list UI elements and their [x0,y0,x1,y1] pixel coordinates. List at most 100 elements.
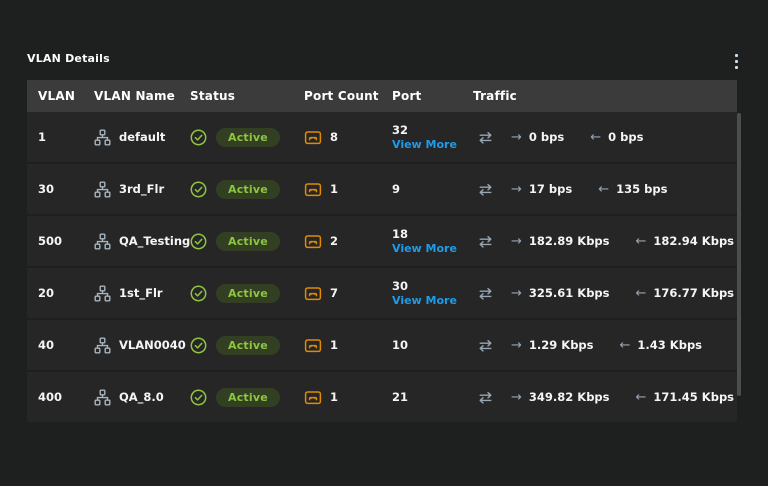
port-count-value: 1 [330,338,339,352]
traffic-cell: → 182.89 Kbps ← 182.94 Kbps [473,233,737,250]
traffic-rx-value: 171.45 Kbps [653,390,735,404]
vlan-name-cell: QA_8.0 [94,389,190,406]
status-badge: Active [216,179,280,199]
traffic-tx-value: 0 bps [528,130,565,144]
check-circle-icon [190,337,207,354]
view-more-link[interactable]: View More [392,242,457,255]
ethernet-port-icon [304,181,322,198]
exchange-arrows-icon [477,129,494,146]
vlan-name-cell: VLAN0040 [94,337,190,354]
check-circle-icon [190,389,207,406]
vlan-details-panel: VLAN Details VLAN VLAN Name Status Port … [0,0,768,486]
network-tree-icon [94,285,111,302]
arrow-left-icon: ← [635,233,647,249]
ethernet-port-icon [304,129,322,146]
port-cell: 9 [392,182,473,196]
port-value: 10 [392,338,409,352]
arrow-right-icon: → [511,389,522,405]
status-badge: Active [216,335,280,355]
check-circle-icon [190,285,207,302]
traffic-tx-value: 1.29 Kbps [528,338,594,352]
traffic-cell: → 1.29 Kbps ← 1.43 Kbps [473,337,737,354]
vlan-id-cell: 1 [27,130,94,144]
view-more-link[interactable]: View More [392,138,457,151]
port-cell: 18 View More [392,227,473,255]
vlan-id: 400 [38,390,63,404]
status-badge: Active [216,387,280,407]
arrow-left-icon: ← [590,129,602,145]
vlan-id: 1 [38,130,47,144]
check-circle-icon [190,233,207,250]
vlan-name-cell: 1st_Flr [94,285,190,302]
arrow-left-icon: ← [619,337,631,353]
network-tree-icon [94,389,111,406]
vlan-id: 40 [38,338,55,352]
port-value: 18 [392,227,409,241]
status-cell: Active [190,283,304,303]
exchange-arrows-icon [477,181,494,198]
page-title: VLAN Details [27,52,110,65]
port-count-value: 7 [330,286,339,300]
port-count-cell: 8 [304,129,392,146]
vlan-id-cell: 30 [27,182,94,196]
check-circle-icon [190,129,207,146]
table-header-row: VLAN VLAN Name Status Port Count Port Tr… [27,80,737,112]
table-row: 500 QA_Testing Active 2 18 View More → 1… [27,216,737,268]
vlan-id: 20 [38,286,55,300]
arrow-right-icon: → [511,129,522,145]
vlan-id-cell: 400 [27,390,94,404]
vlan-name-cell: 3rd_Flr [94,181,190,198]
port-count-cell: 1 [304,181,392,198]
status-badge: Active [216,127,280,147]
network-tree-icon [94,181,111,198]
vlan-name: 3rd_Flr [119,182,165,196]
traffic-rx-value: 176.77 Kbps [653,286,735,300]
traffic-rx-value: 182.94 Kbps [653,234,735,248]
vlan-name-cell: default [94,129,190,146]
network-tree-icon [94,233,111,250]
vlan-name: default [119,130,166,144]
traffic-cell: → 349.82 Kbps ← 171.45 Kbps [473,389,737,406]
port-value: 30 [392,279,409,293]
vlan-name: QA_Testing [119,234,191,248]
arrow-left-icon: ← [635,389,647,405]
exchange-arrows-icon [477,233,494,250]
vertical-scrollbar[interactable] [737,113,741,396]
view-more-link[interactable]: View More [392,294,457,307]
kebab-menu-icon[interactable] [733,52,740,71]
network-tree-icon [94,337,111,354]
port-count-value: 8 [330,130,339,144]
port-count-cell: 7 [304,285,392,302]
status-cell: Active [190,179,304,199]
port-count-cell: 1 [304,389,392,406]
table-row: 1 default Active 8 32 View More → 0 bps … [27,112,737,164]
ethernet-port-icon [304,233,322,250]
port-cell: 32 View More [392,123,473,151]
port-count-value: 1 [330,182,339,196]
vlan-name: VLAN0040 [119,338,186,352]
traffic-tx-value: 349.82 Kbps [528,390,610,404]
table-row: 20 1st_Flr Active 7 30 View More → 325.6… [27,268,737,320]
vlan-id: 30 [38,182,55,196]
column-header-vlan-name: VLAN Name [94,89,176,103]
traffic-tx-value: 17 bps [528,182,573,196]
vlan-name-cell: QA_Testing [94,233,190,250]
traffic-cell: → 325.61 Kbps ← 176.77 Kbps [473,285,737,302]
vlan-table: VLAN VLAN Name Status Port Count Port Tr… [27,80,737,424]
vlan-id-cell: 20 [27,286,94,300]
ethernet-port-icon [304,337,322,354]
traffic-rx-value: 1.43 Kbps [637,338,703,352]
check-circle-icon [190,181,207,198]
vlan-id: 500 [38,234,63,248]
port-count-value: 1 [330,390,339,404]
port-value: 21 [392,390,409,404]
port-value: 32 [392,123,409,137]
traffic-rx-value: 0 bps [608,130,644,144]
column-header-port-count: Port Count [304,89,379,103]
status-cell: Active [190,387,304,407]
traffic-cell: → 17 bps ← 135 bps [473,181,737,198]
port-cell: 21 [392,390,473,404]
arrow-right-icon: → [511,181,522,197]
exchange-arrows-icon [477,285,494,302]
column-header-traffic: Traffic [473,89,517,103]
